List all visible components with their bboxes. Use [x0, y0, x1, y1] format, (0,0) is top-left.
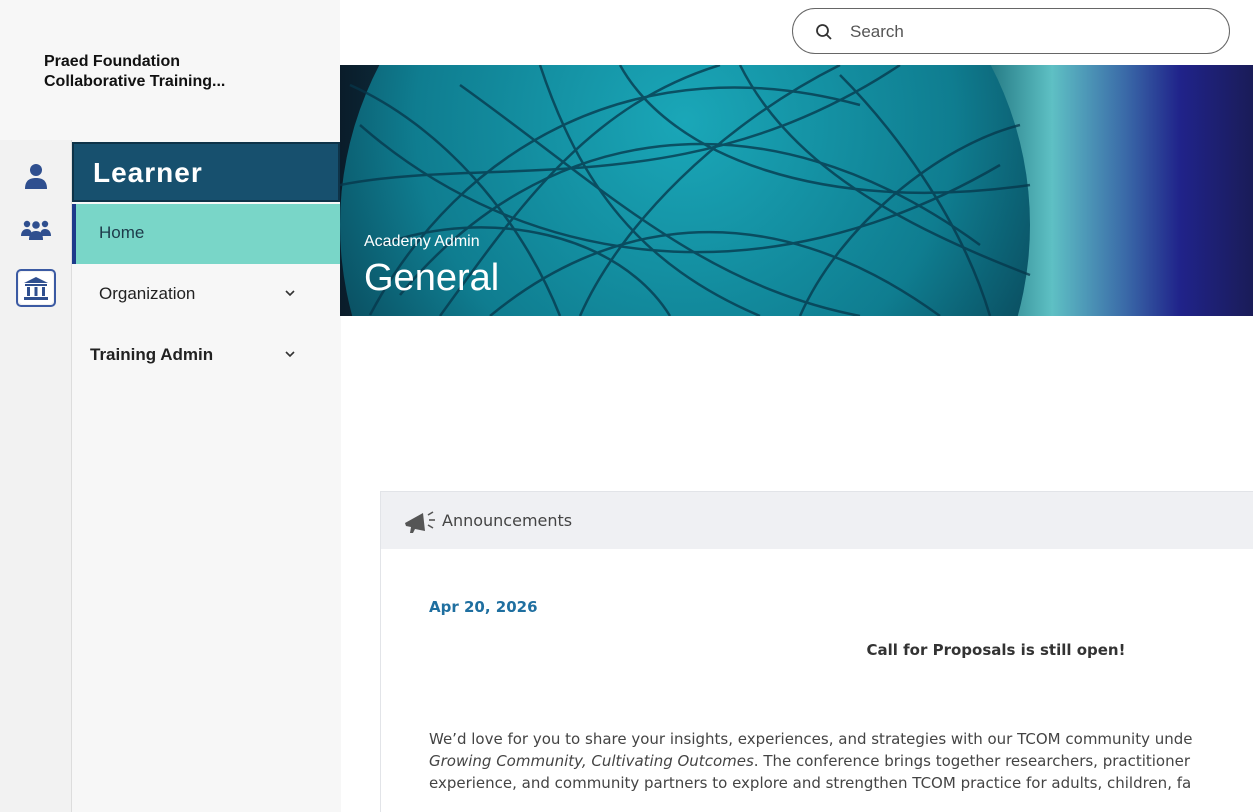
org-name[interactable]: Praed Foundation Collaborative Training.…	[44, 52, 304, 92]
announcement-heading: Call for Proposals is still open!	[866, 641, 1126, 659]
banner-subtitle: Academy Admin	[364, 233, 480, 250]
icon-rail	[0, 140, 71, 812]
sidebar-item-label: Training Admin	[90, 345, 214, 364]
search-icon	[816, 24, 832, 40]
sidebar-item-home[interactable]: Home	[72, 204, 340, 264]
org-name-line2: Collaborative Training...	[44, 73, 226, 90]
sidebar-nav: Learner Home Organization Training Admin	[71, 140, 341, 812]
search-box[interactable]	[792, 8, 1230, 54]
announcements-panel: Announcements Apr 20, 2026 Call for Prop…	[380, 491, 1253, 812]
conference-theme: Growing Community, Cultivating Outcomes	[429, 752, 754, 770]
person-icon[interactable]	[14, 156, 58, 196]
announcement-body-line: experience, and community partners to ex…	[429, 774, 1192, 792]
sidebar-item-label: Home	[99, 223, 145, 242]
announcement-body-text: . The conference brings together researc…	[753, 752, 1191, 770]
group-icon[interactable]	[14, 210, 58, 250]
megaphone-icon	[405, 511, 435, 533]
hero-banner: Academy Admin General	[340, 65, 1253, 316]
institution-icon[interactable]	[14, 268, 58, 308]
announcements-header: Announcements	[381, 492, 1253, 549]
announcement-body-line: Growing Community, Cultivating Outcomes.…	[429, 750, 1253, 772]
section-title-learner: Learner	[72, 142, 340, 202]
org-name-line1: Praed Foundation	[44, 53, 180, 70]
announcement-body-line: We’d love for you to share your insights…	[429, 730, 1193, 748]
announcements-title: Announcements	[442, 511, 573, 530]
search-input[interactable]	[848, 20, 1202, 44]
chevron-down-icon	[285, 351, 295, 358]
sidebar-item-training-admin[interactable]: Training Admin	[72, 335, 340, 375]
page-title: General	[364, 257, 500, 299]
sidebar-item-label: Organization	[99, 284, 196, 303]
chevron-down-icon	[285, 290, 295, 297]
announcement-date-link[interactable]: Apr 20, 2026	[429, 598, 538, 616]
sidebar-item-organization[interactable]: Organization	[72, 274, 340, 314]
announcement-body: We’d love for you to share your insights…	[429, 728, 1253, 794]
org-header: Praed Foundation Collaborative Training.…	[0, 0, 340, 140]
